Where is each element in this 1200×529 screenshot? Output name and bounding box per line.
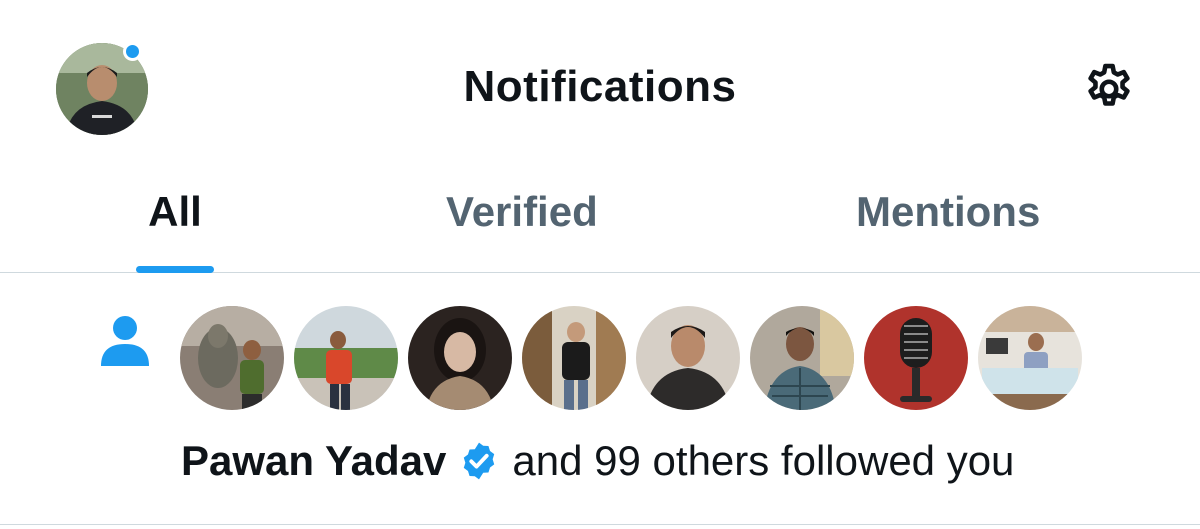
person-icon [99, 314, 151, 371]
tab-mentions-label: Mentions [856, 188, 1041, 235]
avatar-hoodie-selfie-photo-icon [636, 306, 740, 410]
page-title: Notifications [463, 62, 737, 111]
tab-bar: All Verified Mentions [0, 170, 1200, 273]
avatar-leather-jacket-photo-icon [522, 306, 626, 410]
follower-avatar[interactable] [864, 306, 968, 410]
tab-verified[interactable]: Verified [446, 188, 598, 273]
header: Notifications [0, 0, 1200, 170]
tab-mentions[interactable]: Mentions [856, 188, 1040, 273]
unread-dot [123, 42, 142, 61]
tab-verified-label: Verified [446, 188, 598, 235]
tab-all[interactable]: All [136, 188, 214, 273]
follower-avatar[interactable] [408, 306, 512, 410]
follower-avatar[interactable] [636, 306, 740, 410]
avatar-checked-shirt-photo-icon [750, 306, 854, 410]
follower-avatar[interactable] [294, 306, 398, 410]
avatar-microphone-image-icon [864, 306, 968, 410]
verified-badge-icon [464, 442, 495, 480]
notification-message: and 99 others followed you [512, 437, 1015, 484]
avatar-woman-selfie-photo-icon [408, 306, 512, 410]
active-tab-indicator [136, 266, 214, 273]
follow-notification[interactable]: Pawan Yadav and 99 others followed you [0, 274, 1200, 529]
follower-avatar[interactable] [522, 306, 626, 410]
follower-avatar[interactable] [750, 306, 854, 410]
gear-icon [1088, 63, 1130, 106]
follower-avatar[interactable] [978, 306, 1082, 410]
notification-text: Pawan Yadav and 99 others followed you [181, 436, 1014, 486]
avatar-office-desk-photo-icon [978, 306, 1082, 410]
divider [0, 524, 1200, 525]
follower-avatar[interactable] [180, 306, 284, 410]
tab-all-label: All [148, 188, 202, 235]
follower-name-link[interactable]: Pawan Yadav [181, 436, 446, 486]
avatar-statue-photo-icon [180, 306, 284, 410]
avatar-red-shirt-photo-icon [294, 306, 398, 410]
settings-button[interactable] [1078, 58, 1140, 120]
